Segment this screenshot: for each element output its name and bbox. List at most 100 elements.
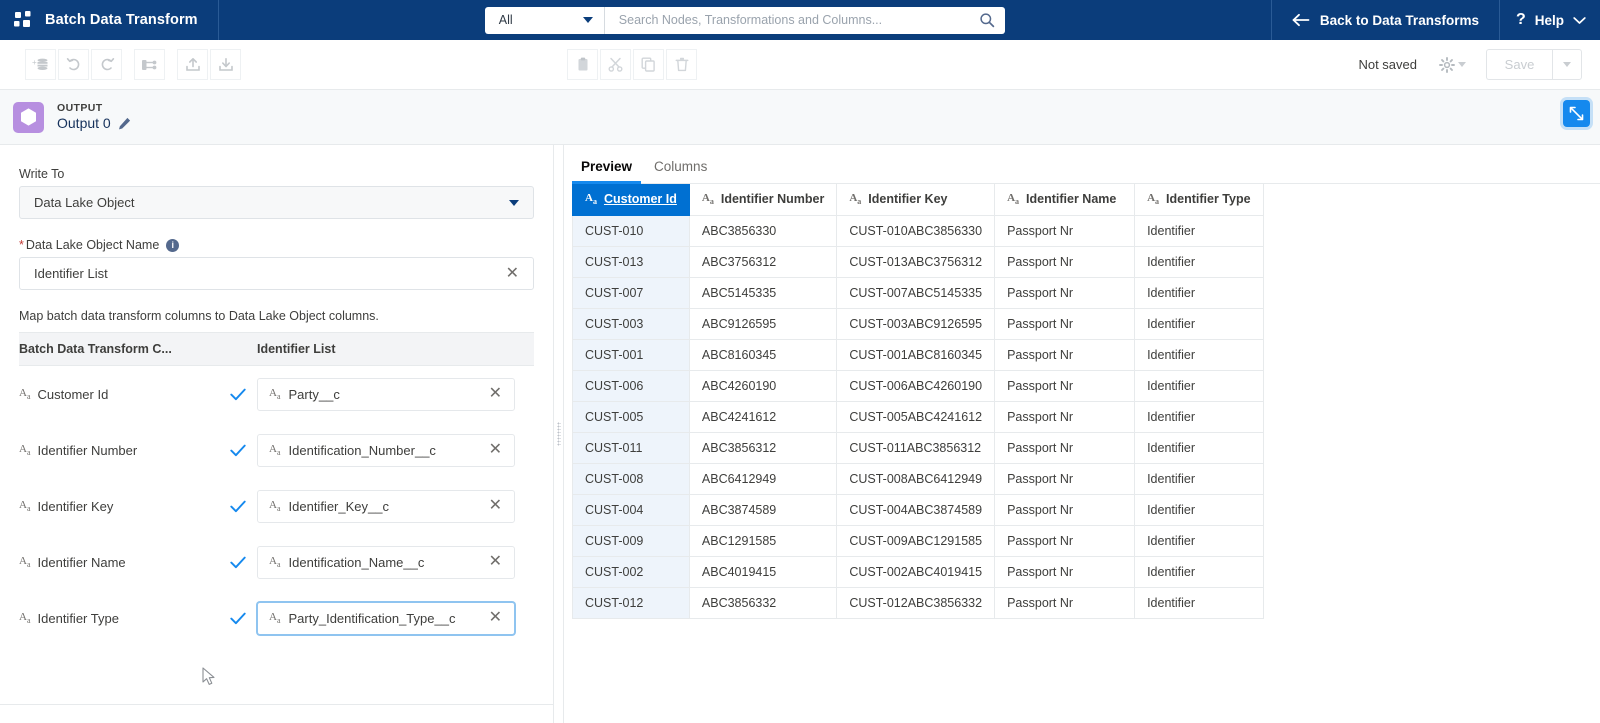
table-row[interactable]: CUST-007 ABC5145335 CUST-007ABC5145335 Pass… (572, 276, 1264, 309)
check-icon (219, 556, 257, 569)
required-marker: * (19, 238, 24, 252)
text-type-icon: Aa (701, 192, 714, 207)
table-row[interactable]: CUST-004 ABC3874589 CUST-004ABC3874589 Pass… (572, 493, 1264, 526)
svg-text:+: + (32, 58, 37, 67)
column-header-identifier-key[interactable]: Aa Identifier Key (836, 184, 996, 216)
close-icon[interactable]: ✕ (503, 264, 522, 284)
column-header-identifier-type[interactable]: Aa Identifier Type (1134, 184, 1264, 216)
table-cell: CUST-006 (572, 369, 690, 402)
undo-button[interactable] (58, 49, 89, 80)
editor-toolbar: + Not saved Save (0, 40, 1600, 90)
table-cell: CUST-012 (572, 586, 690, 619)
search-input[interactable] (618, 13, 973, 27)
table-row[interactable]: CUST-013 ABC3756312 CUST-013ABC3756312 Pass… (572, 245, 1264, 278)
object-name-field[interactable]: ✕ (19, 257, 534, 290)
delete-button[interactable] (666, 49, 697, 80)
table-row[interactable]: CUST-002 ABC4019415 CUST-002ABC4019415 Pass… (572, 555, 1264, 588)
column-header-customer-id[interactable]: Aa Customer Id (572, 184, 690, 216)
table-cell: CUST-009ABC1291585 (836, 524, 996, 557)
check-icon (219, 612, 257, 625)
text-type-icon: Aa (19, 442, 31, 458)
table-cell: Identifier (1134, 400, 1264, 433)
table-row[interactable]: CUST-009 ABC1291585 CUST-009ABC1291585 Pass… (572, 524, 1264, 557)
column-header-identifier-name[interactable]: Aa Identifier Name (994, 184, 1136, 216)
upload-button[interactable] (177, 49, 208, 80)
table-cell: Identifier (1134, 524, 1264, 557)
check-icon (219, 500, 257, 513)
paste-button[interactable] (567, 49, 598, 80)
table-row[interactable]: CUST-008 ABC6412949 CUST-008ABC6412949 Pass… (572, 462, 1264, 495)
table-row[interactable]: CUST-003 ABC9126595 CUST-003ABC9126595 Pass… (572, 307, 1264, 340)
text-type-icon: Aa (849, 192, 862, 207)
mapping-header-target: Identifier List (257, 342, 336, 356)
drag-grip-icon[interactable] (556, 422, 561, 446)
text-type-icon: Aa (19, 386, 31, 402)
global-search[interactable]: All (484, 6, 1005, 34)
text-type-icon: Aa (269, 554, 281, 570)
mapping-target-field[interactable]: Aa Party__c ✕ (257, 377, 515, 411)
table-cell: Passport Nr (994, 214, 1136, 247)
mapping-source-column: Aa Identifier Number (19, 443, 219, 458)
mapping-target-field[interactable]: Aa Party_Identification_Type__c ✕ (257, 601, 515, 635)
close-icon[interactable]: ✕ (486, 552, 505, 572)
chevron-down-icon (582, 17, 593, 23)
table-cell: Identifier (1134, 555, 1264, 588)
info-icon[interactable]: i (166, 238, 180, 252)
table-cell: CUST-008 (572, 462, 690, 495)
table-row[interactable]: CUST-011 ABC3856312 CUST-011ABC3856312 Pass… (572, 431, 1264, 464)
save-button[interactable]: Save (1486, 49, 1552, 80)
search-field[interactable] (605, 7, 1005, 34)
chevron-down-icon (1573, 16, 1586, 25)
table-row[interactable]: CUST-010 ABC3856330 CUST-010ABC3856330 Pass… (572, 214, 1264, 247)
table-cell: Passport Nr (994, 431, 1136, 464)
close-icon[interactable]: ✕ (486, 440, 505, 460)
panel-bottom-divider (0, 704, 553, 705)
table-row[interactable]: CUST-006 ABC4260190 CUST-006ABC4260190 Pass… (572, 369, 1264, 402)
cut-button[interactable] (600, 49, 631, 80)
mapping-target-field[interactable]: Aa Identifier_Key__c ✕ (257, 489, 515, 523)
table-cell: ABC9126595 (688, 307, 838, 340)
column-header-inner: Aa Identifier Number (702, 192, 824, 206)
mapping-target-field[interactable]: Aa Identification_Number__c ✕ (257, 433, 515, 467)
chevron-down-icon (509, 199, 519, 206)
close-icon[interactable]: ✕ (486, 496, 505, 516)
table-row[interactable]: CUST-012 ABC3856332 CUST-012ABC3856332 Pass… (572, 586, 1264, 619)
close-icon[interactable]: ✕ (486, 608, 505, 628)
redo-button[interactable] (91, 49, 122, 80)
table-cell: ABC6412949 (688, 462, 838, 495)
expand-panel-button[interactable] (1563, 100, 1590, 127)
copy-button[interactable] (633, 49, 664, 80)
search-scope-select[interactable]: All (485, 6, 605, 34)
table-cell: Passport Nr (994, 462, 1136, 495)
mapping-helper-text: Map batch data transform columns to Data… (19, 309, 379, 323)
mapping-source-column: Aa Identifier Key (19, 499, 219, 514)
mapping-source-column: Aa Identifier Name (19, 555, 219, 570)
run-flow-button[interactable] (134, 49, 165, 80)
text-type-icon: Aa (269, 610, 281, 626)
mapping-table-header: Batch Data Transform C... Identifier Lis… (19, 332, 534, 366)
brand[interactable]: Batch Data Transform (0, 0, 219, 40)
help-menu-button[interactable]: ? Help (1498, 0, 1600, 40)
question-mark-icon: ? (1515, 11, 1526, 28)
download-button[interactable] (210, 49, 241, 80)
mapping-target-value-wrap: Aa Identification_Name__c (269, 555, 486, 570)
table-row[interactable]: CUST-005 ABC4241612 CUST-005ABC4241612 Pass… (572, 400, 1264, 433)
mapping-target-field[interactable]: Aa Identification_Name__c ✕ (257, 545, 515, 579)
search-icon[interactable] (979, 12, 995, 28)
gear-icon[interactable] (1439, 56, 1466, 73)
tab-preview[interactable]: Preview (571, 159, 642, 184)
column-header-identifier-number[interactable]: Aa Identifier Number (688, 184, 838, 216)
panel-splitter[interactable] (554, 145, 564, 723)
table-cell: CUST-007ABC5145335 (836, 276, 996, 309)
column-header-inner: Aa Customer Id (585, 192, 677, 206)
tab-columns[interactable]: Columns (654, 159, 707, 183)
back-to-data-transforms-button[interactable]: Back to Data Transforms (1270, 0, 1499, 40)
pencil-icon[interactable] (118, 117, 131, 130)
object-name-input[interactable] (34, 266, 503, 281)
add-node-button[interactable]: + (25, 49, 56, 80)
table-cell: ABC3856332 (688, 586, 838, 619)
write-to-select[interactable]: Data Lake Object (19, 186, 534, 219)
save-options-button[interactable] (1552, 49, 1582, 80)
table-row[interactable]: CUST-001 ABC8160345 CUST-001ABC8160345 Pass… (572, 338, 1264, 371)
close-icon[interactable]: ✕ (486, 384, 505, 404)
